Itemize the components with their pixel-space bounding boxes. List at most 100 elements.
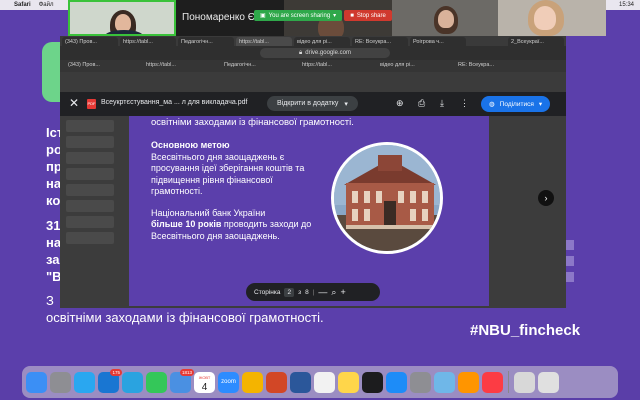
bookmark-item[interactable]: Педагогічн... xyxy=(224,62,256,68)
tab-label: відео для рі... xyxy=(297,39,332,45)
video-tile-5[interactable] xyxy=(498,0,606,36)
pdf-paragraph-nbu: Національний банк України більше 10 рокі… xyxy=(151,208,321,243)
stop-share-button[interactable]: ■ Stop share xyxy=(344,10,392,21)
downloads-icon[interactable] xyxy=(514,371,535,393)
browser-tab[interactable]: Роігрова ч... xyxy=(410,37,466,46)
zoom-icon[interactable]: zoom xyxy=(218,371,239,393)
bg-bottom-line: освітніми заходами із фінансової грамотн… xyxy=(46,310,324,325)
trash-icon[interactable] xyxy=(538,371,559,393)
browser-tab[interactable]: (343) Пров... xyxy=(62,37,118,46)
sharing-label: You are screen sharing xyxy=(268,12,331,19)
bank-building-photo xyxy=(331,142,443,254)
zoom-in-icon[interactable]: + xyxy=(340,287,345,297)
bookmark-item[interactable]: RE: Всеукра... xyxy=(458,62,494,68)
macos-dock: 175 1813 ЖОВТ 4 zoom xyxy=(22,366,618,398)
zoom-out-icon[interactable]: — xyxy=(318,287,327,297)
telegram-icon[interactable] xyxy=(122,371,143,393)
chevron-down-icon: ▾ xyxy=(538,101,543,108)
tab-strip: (343) Пров... https://tabl... Педагогічн… xyxy=(60,36,566,46)
menubar-app-name[interactable]: Safari xyxy=(14,2,31,8)
screen-sharing-indicator[interactable]: ▣ You are screen sharing ▾ xyxy=(254,10,343,21)
messenger-icon[interactable]: 175 xyxy=(98,368,122,393)
pdf-top-line: освітніми заходами із фінансової грамотн… xyxy=(151,117,354,128)
chevron-down-icon: ▾ xyxy=(333,13,337,19)
browser-tab[interactable]: 2_Всеукраї... xyxy=(508,37,564,46)
pdf-file-icon: PDF xyxy=(87,99,96,109)
facetime-icon[interactable] xyxy=(146,371,167,393)
browser-tab[interactable]: RE: Всеукра... xyxy=(352,37,408,46)
pdf-page: освітніми заходами із фінансової грамотн… xyxy=(129,116,489,306)
calendar-day: 4 xyxy=(201,381,208,393)
bookmark-item[interactable]: (343) Пров... xyxy=(68,62,100,68)
share-button[interactable]: ◍ Поділитися ▾ xyxy=(481,96,551,112)
tab-label: https://tabl... xyxy=(239,39,269,45)
bookmark-item[interactable]: відео для рі... xyxy=(380,62,415,68)
open-with-button[interactable]: Відкрити в додатку ▾ xyxy=(267,96,358,111)
books-icon[interactable] xyxy=(458,371,479,393)
right-decoration xyxy=(566,240,576,290)
stop-icon: ■ xyxy=(350,12,354,19)
menubar-clock: 15:34 xyxy=(618,2,634,8)
browser-tab-active[interactable]: https://tabl... xyxy=(236,37,292,46)
bookmarks-bar: (343) Пров... https://tabl... Педагогічн..… xyxy=(60,60,566,72)
music-icon[interactable] xyxy=(482,371,503,393)
zoom-share-bar: ▣ You are screen sharing ▾ ■ Stop share xyxy=(254,10,392,21)
page-of-label: з xyxy=(298,288,302,296)
globe-icon: ◍ xyxy=(489,101,495,108)
tab-label: Педагогічн... xyxy=(181,39,213,45)
browser-tab[interactable]: https://tabl... xyxy=(120,37,176,46)
safari-icon[interactable] xyxy=(74,371,95,393)
tab-label: (343) Пров... xyxy=(65,39,97,45)
magnifier-icon[interactable]: ⌕ xyxy=(331,287,336,298)
finder-icon[interactable] xyxy=(26,371,47,393)
sidebar-placeholder xyxy=(66,232,114,244)
current-page-input[interactable]: 2 xyxy=(284,287,295,297)
word-icon[interactable] xyxy=(290,371,311,393)
preview-icon[interactable] xyxy=(434,371,455,393)
bank-building-illustration xyxy=(334,145,440,251)
more-options-icon[interactable]: ⋮ xyxy=(460,98,469,109)
close-icon[interactable]: ✕ xyxy=(69,96,79,110)
calendar-icon[interactable]: ЖОВТ 4 xyxy=(194,371,215,393)
notification-badge: 1813 xyxy=(179,368,194,376)
video-tile-4[interactable] xyxy=(392,0,498,36)
zoom-label: zoom xyxy=(221,378,236,385)
divider: | xyxy=(312,288,315,296)
appstore-icon[interactable] xyxy=(386,371,407,393)
dock-separator xyxy=(508,371,509,393)
activity-icon[interactable] xyxy=(362,371,383,393)
settings-icon[interactable] xyxy=(410,371,431,393)
mail-icon[interactable]: 1813 xyxy=(170,368,194,393)
print-icon[interactable]: ⎙ xyxy=(418,98,425,109)
powerpoint-icon[interactable] xyxy=(266,371,287,393)
notes-icon[interactable] xyxy=(338,371,359,393)
video-tile-host[interactable] xyxy=(68,0,176,36)
reminders-icon[interactable] xyxy=(314,371,335,393)
menubar-item-file[interactable]: Файл xyxy=(39,2,54,8)
chevron-down-icon: ▾ xyxy=(344,100,348,108)
sidebar-placeholder xyxy=(66,200,114,212)
next-page-arrow[interactable]: › xyxy=(538,190,554,206)
photos-icon[interactable] xyxy=(242,371,263,393)
stop-share-label: Stop share xyxy=(356,12,386,19)
bookmark-item[interactable]: https://tabl... xyxy=(146,62,176,68)
add-shortcut-icon[interactable]: ⊕ xyxy=(396,98,404,109)
sidebar-placeholder xyxy=(66,152,114,164)
bookmark-item[interactable]: https://tabl... xyxy=(302,62,332,68)
share-indicator-icon: ▣ xyxy=(260,13,266,19)
download-icon[interactable]: ⤓ xyxy=(440,98,444,109)
page-label: Сторінка xyxy=(254,288,281,296)
launchpad-icon[interactable] xyxy=(50,371,71,393)
browser-tab[interactable]: Педагогічн... xyxy=(178,37,234,46)
sidebar-placeholder xyxy=(66,184,114,196)
sidebar-placeholder xyxy=(66,168,114,180)
open-with-label: Відкрити в додатку xyxy=(277,100,339,107)
address-bar[interactable]: 🔒︎ drive.google.com xyxy=(260,48,390,58)
browser-tab[interactable]: відео для рі... xyxy=(294,37,350,46)
share-label: Поділитися xyxy=(499,100,534,108)
calendar-month: ЖОВТ xyxy=(198,374,211,380)
pdf-nbu-pre: Національний банк України xyxy=(151,207,266,218)
pdf-nbu-bold: більше 10 років xyxy=(151,219,222,229)
sidebar-placeholder xyxy=(66,216,114,228)
pdf-goal-heading: Основною метою xyxy=(151,140,230,150)
